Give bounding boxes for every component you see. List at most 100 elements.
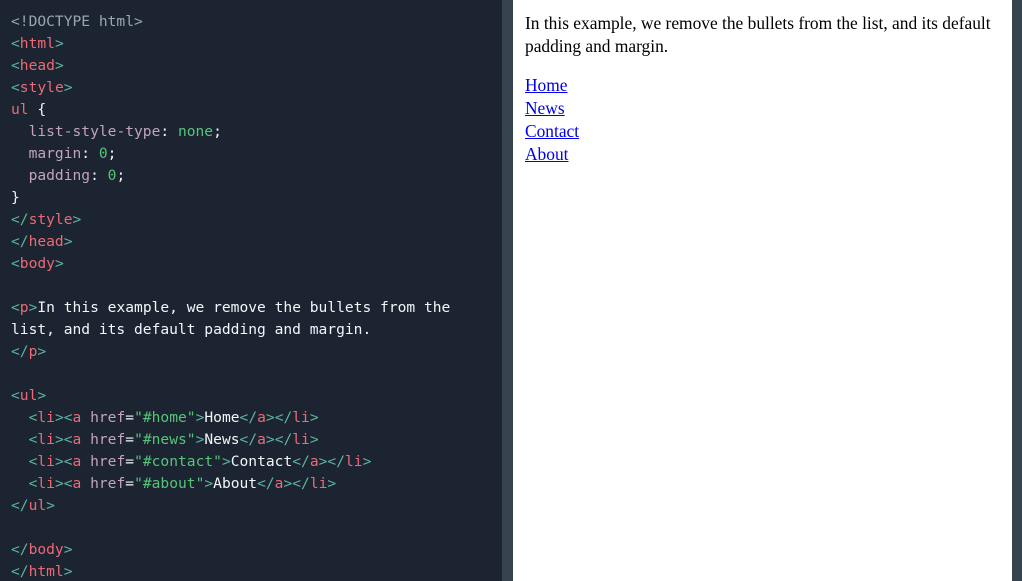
code-token-attr: padding	[11, 167, 91, 184]
code-token-tag: a	[257, 431, 266, 448]
code-line: margin: 0;	[11, 145, 117, 162]
code-line: </head>	[11, 233, 73, 250]
code-token-str: "#home"	[134, 409, 196, 426]
code-token-tag: ul	[19, 387, 38, 404]
code-pane-scrollbar[interactable]	[502, 0, 513, 581]
code-token-attr: href	[90, 453, 126, 470]
code-token-text: ;	[107, 145, 117, 162]
code-line: <!DOCTYPE html>	[11, 13, 143, 30]
code-token-sel: ul	[11, 101, 29, 118]
code-token-punc: <	[11, 431, 38, 448]
preview-link-contact[interactable]: Contact	[525, 121, 579, 141]
code-token-tag: li	[292, 431, 310, 448]
code-line: </html>	[11, 563, 73, 580]
code-token-text: In this example, we remove the bullets f…	[11, 299, 460, 338]
code-token-punc: >	[63, 233, 73, 250]
code-token-text: =	[125, 453, 135, 470]
code-token-punc: </	[11, 541, 29, 558]
code-token-text: =	[125, 409, 135, 426]
code-token-punc: ><	[54, 453, 73, 470]
code-token-attr: href	[90, 409, 126, 426]
list-item: Home	[525, 74, 1004, 97]
code-token-punc: ></	[318, 453, 345, 470]
code-token-punc: </	[239, 409, 258, 426]
code-token-tag: li	[309, 475, 328, 492]
code-token-tag: html	[28, 563, 64, 580]
code-token-punc: >	[309, 431, 319, 448]
code-token-attr: margin	[11, 145, 82, 162]
code-token-punc: <	[11, 299, 20, 316]
code-line: </ul>	[11, 497, 55, 514]
code-token-punc: >	[37, 387, 47, 404]
code-token-tag: li	[37, 409, 55, 426]
code-token-tag: li	[37, 475, 55, 492]
code-token-punc: >	[37, 343, 47, 360]
preview-paragraph: In this example, we remove the bullets f…	[525, 13, 991, 56]
code-line: <ul>	[11, 387, 46, 404]
code-token-text: =	[125, 431, 135, 448]
code-token-punc: </	[11, 211, 29, 228]
code-token-text: :	[160, 123, 178, 140]
code-token-punc: >	[327, 475, 337, 492]
code-token-punc: >	[54, 57, 64, 74]
code-token-tag: style	[19, 79, 64, 96]
code-line: <head>	[11, 57, 64, 74]
preview-pane: In this example, we remove the bullets f…	[513, 0, 1012, 581]
code-line: <p>In this example, we remove the bullet…	[11, 299, 459, 338]
code-token-punc: <	[11, 35, 20, 52]
code-token-attr: href	[90, 475, 126, 492]
code-token-doctype: <!DOCTYPE html>	[11, 13, 143, 30]
code-token-text: }	[11, 189, 20, 206]
code-line: </p>	[11, 343, 46, 360]
code-token-text: :	[81, 145, 99, 162]
code-token-punc: >	[362, 453, 372, 470]
preview-link-news[interactable]: News	[525, 98, 565, 118]
code-token-punc: <	[11, 475, 38, 492]
code-token-tag: li	[344, 453, 363, 470]
code-token-attr: href	[90, 431, 126, 448]
preview-pane-scrollbar[interactable]	[1012, 0, 1022, 581]
preview-link-about[interactable]: About	[525, 144, 568, 164]
code-token-tag: p	[19, 299, 29, 316]
code-line: <html>	[11, 35, 64, 52]
code-token-punc: ><	[54, 431, 73, 448]
code-token-text: About	[213, 475, 258, 492]
code-token-punc: </	[257, 475, 275, 492]
code-token-str: "#contact"	[134, 453, 222, 470]
code-token-tag: a	[257, 409, 266, 426]
code-line: <body>	[11, 255, 64, 272]
code-token-punc: ><	[54, 475, 73, 492]
code-token-punc: >	[46, 497, 55, 514]
code-line: <li><a href="#home">Home</a></li>	[11, 409, 319, 426]
code-editor-pane[interactable]: <!DOCTYPE html> <html> <head> <style> ul…	[0, 0, 502, 581]
code-line: </body>	[11, 541, 73, 558]
html-source-code[interactable]: <!DOCTYPE html> <html> <head> <style> ul…	[11, 11, 502, 581]
code-line: <style>	[11, 79, 73, 96]
list-item: Contact	[525, 120, 1004, 143]
code-token-tag: head	[19, 57, 55, 74]
code-token-punc: </	[292, 453, 310, 470]
code-token-str: "#about"	[134, 475, 205, 492]
code-token-punc: >	[72, 211, 82, 228]
code-token-tag: a	[72, 475, 91, 492]
code-token-punc: </	[11, 563, 29, 580]
code-token-tag: li	[292, 409, 310, 426]
code-token-text: Home	[204, 409, 240, 426]
code-token-val: none	[177, 123, 214, 140]
code-token-text: =	[125, 475, 135, 492]
preview-link-home[interactable]: Home	[525, 75, 568, 95]
code-token-punc: >	[54, 35, 64, 52]
code-token-punc: ></	[283, 475, 310, 492]
code-token-text: {	[28, 101, 47, 118]
code-line: padding: 0;	[11, 167, 126, 184]
code-token-punc: >	[63, 541, 73, 558]
code-token-text: :	[90, 167, 108, 184]
code-token-punc: </	[11, 343, 29, 360]
code-token-text: Contact	[230, 453, 293, 470]
code-line: <li><a href="#news">News</a></li>	[11, 431, 319, 448]
code-token-val: 0	[98, 145, 108, 162]
list-item: News	[525, 97, 1004, 120]
code-token-punc: >	[63, 79, 73, 96]
preview-nav-list: Home News Contact About	[525, 74, 1004, 166]
split-view-container: <!DOCTYPE html> <html> <head> <style> ul…	[0, 0, 1022, 581]
